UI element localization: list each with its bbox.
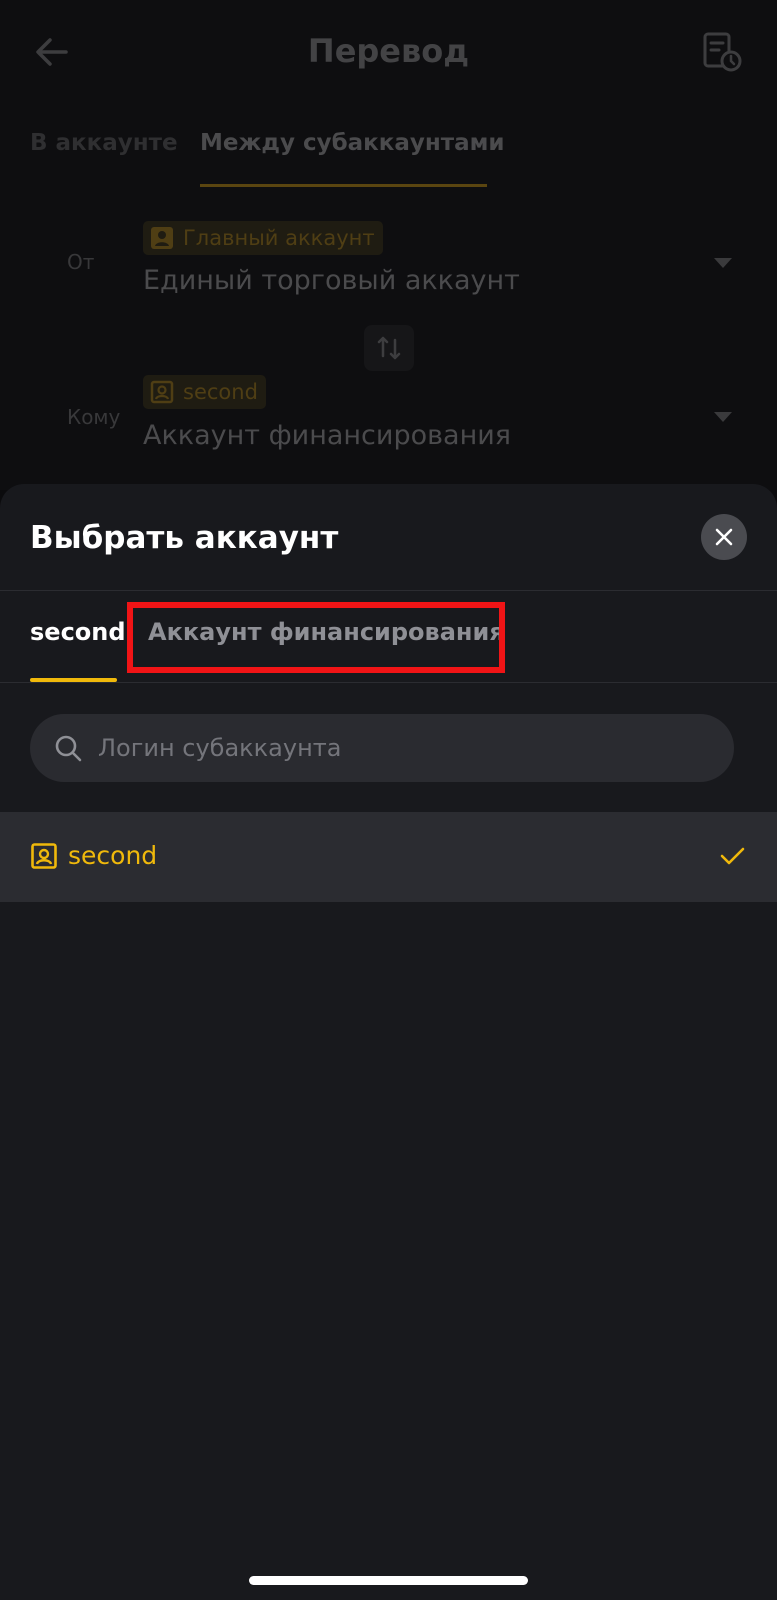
search-icon: [55, 735, 82, 762]
main-account-icon: [151, 227, 173, 249]
highlight-box: [127, 602, 505, 673]
swap-button[interactable]: [364, 325, 414, 371]
search-box: [30, 714, 734, 782]
active-tab-indicator: [200, 184, 487, 187]
from-account-name[interactable]: Единый торговый аккаунт: [143, 265, 520, 296]
transfer-type-tabs: В аккаунте Между субаккаунтами: [0, 126, 777, 190]
subaccount-icon: [150, 380, 174, 404]
home-indicator[interactable]: [249, 1576, 528, 1585]
tab-between-subaccounts[interactable]: Между субаккаунтами: [200, 130, 505, 156]
transfer-history-icon: [703, 32, 742, 72]
search-input[interactable]: [98, 714, 708, 782]
swap-arrows-icon: [377, 336, 401, 360]
tab-in-account[interactable]: В аккаунте: [30, 130, 178, 156]
transfer-page: Перевод В аккаунте Между субаккаунтами О…: [0, 0, 777, 490]
select-account-sheet: Выбрать аккаунт second Аккаунт финансиро…: [0, 484, 777, 1600]
from-account-badge: Главный аккаунт: [143, 221, 383, 255]
history-button[interactable]: [700, 30, 744, 74]
to-account-badge: second: [143, 375, 266, 409]
page-title: Перевод: [307, 32, 470, 70]
list-item-label: second: [68, 841, 158, 870]
to-badge-text: second: [183, 380, 258, 404]
close-button[interactable]: [701, 514, 747, 560]
checkmark-icon: [720, 847, 745, 865]
header-divider: [0, 590, 777, 591]
nav-bar: Перевод: [0, 0, 777, 110]
to-label: Кому: [67, 405, 121, 429]
subaccount-icon: [31, 843, 57, 869]
from-label: От: [67, 250, 95, 274]
from-dropdown-icon[interactable]: [714, 258, 732, 268]
to-dropdown-icon[interactable]: [714, 412, 732, 422]
tab-second[interactable]: second: [30, 618, 126, 646]
sheet-title: Выбрать аккаунт: [30, 520, 339, 556]
list-item[interactable]: second: [0, 812, 777, 902]
from-badge-text: Главный аккаунт: [183, 226, 375, 250]
tabs-divider: [0, 682, 777, 683]
close-icon: [715, 528, 733, 546]
to-account-name[interactable]: Аккаунт финансирования: [143, 420, 511, 451]
